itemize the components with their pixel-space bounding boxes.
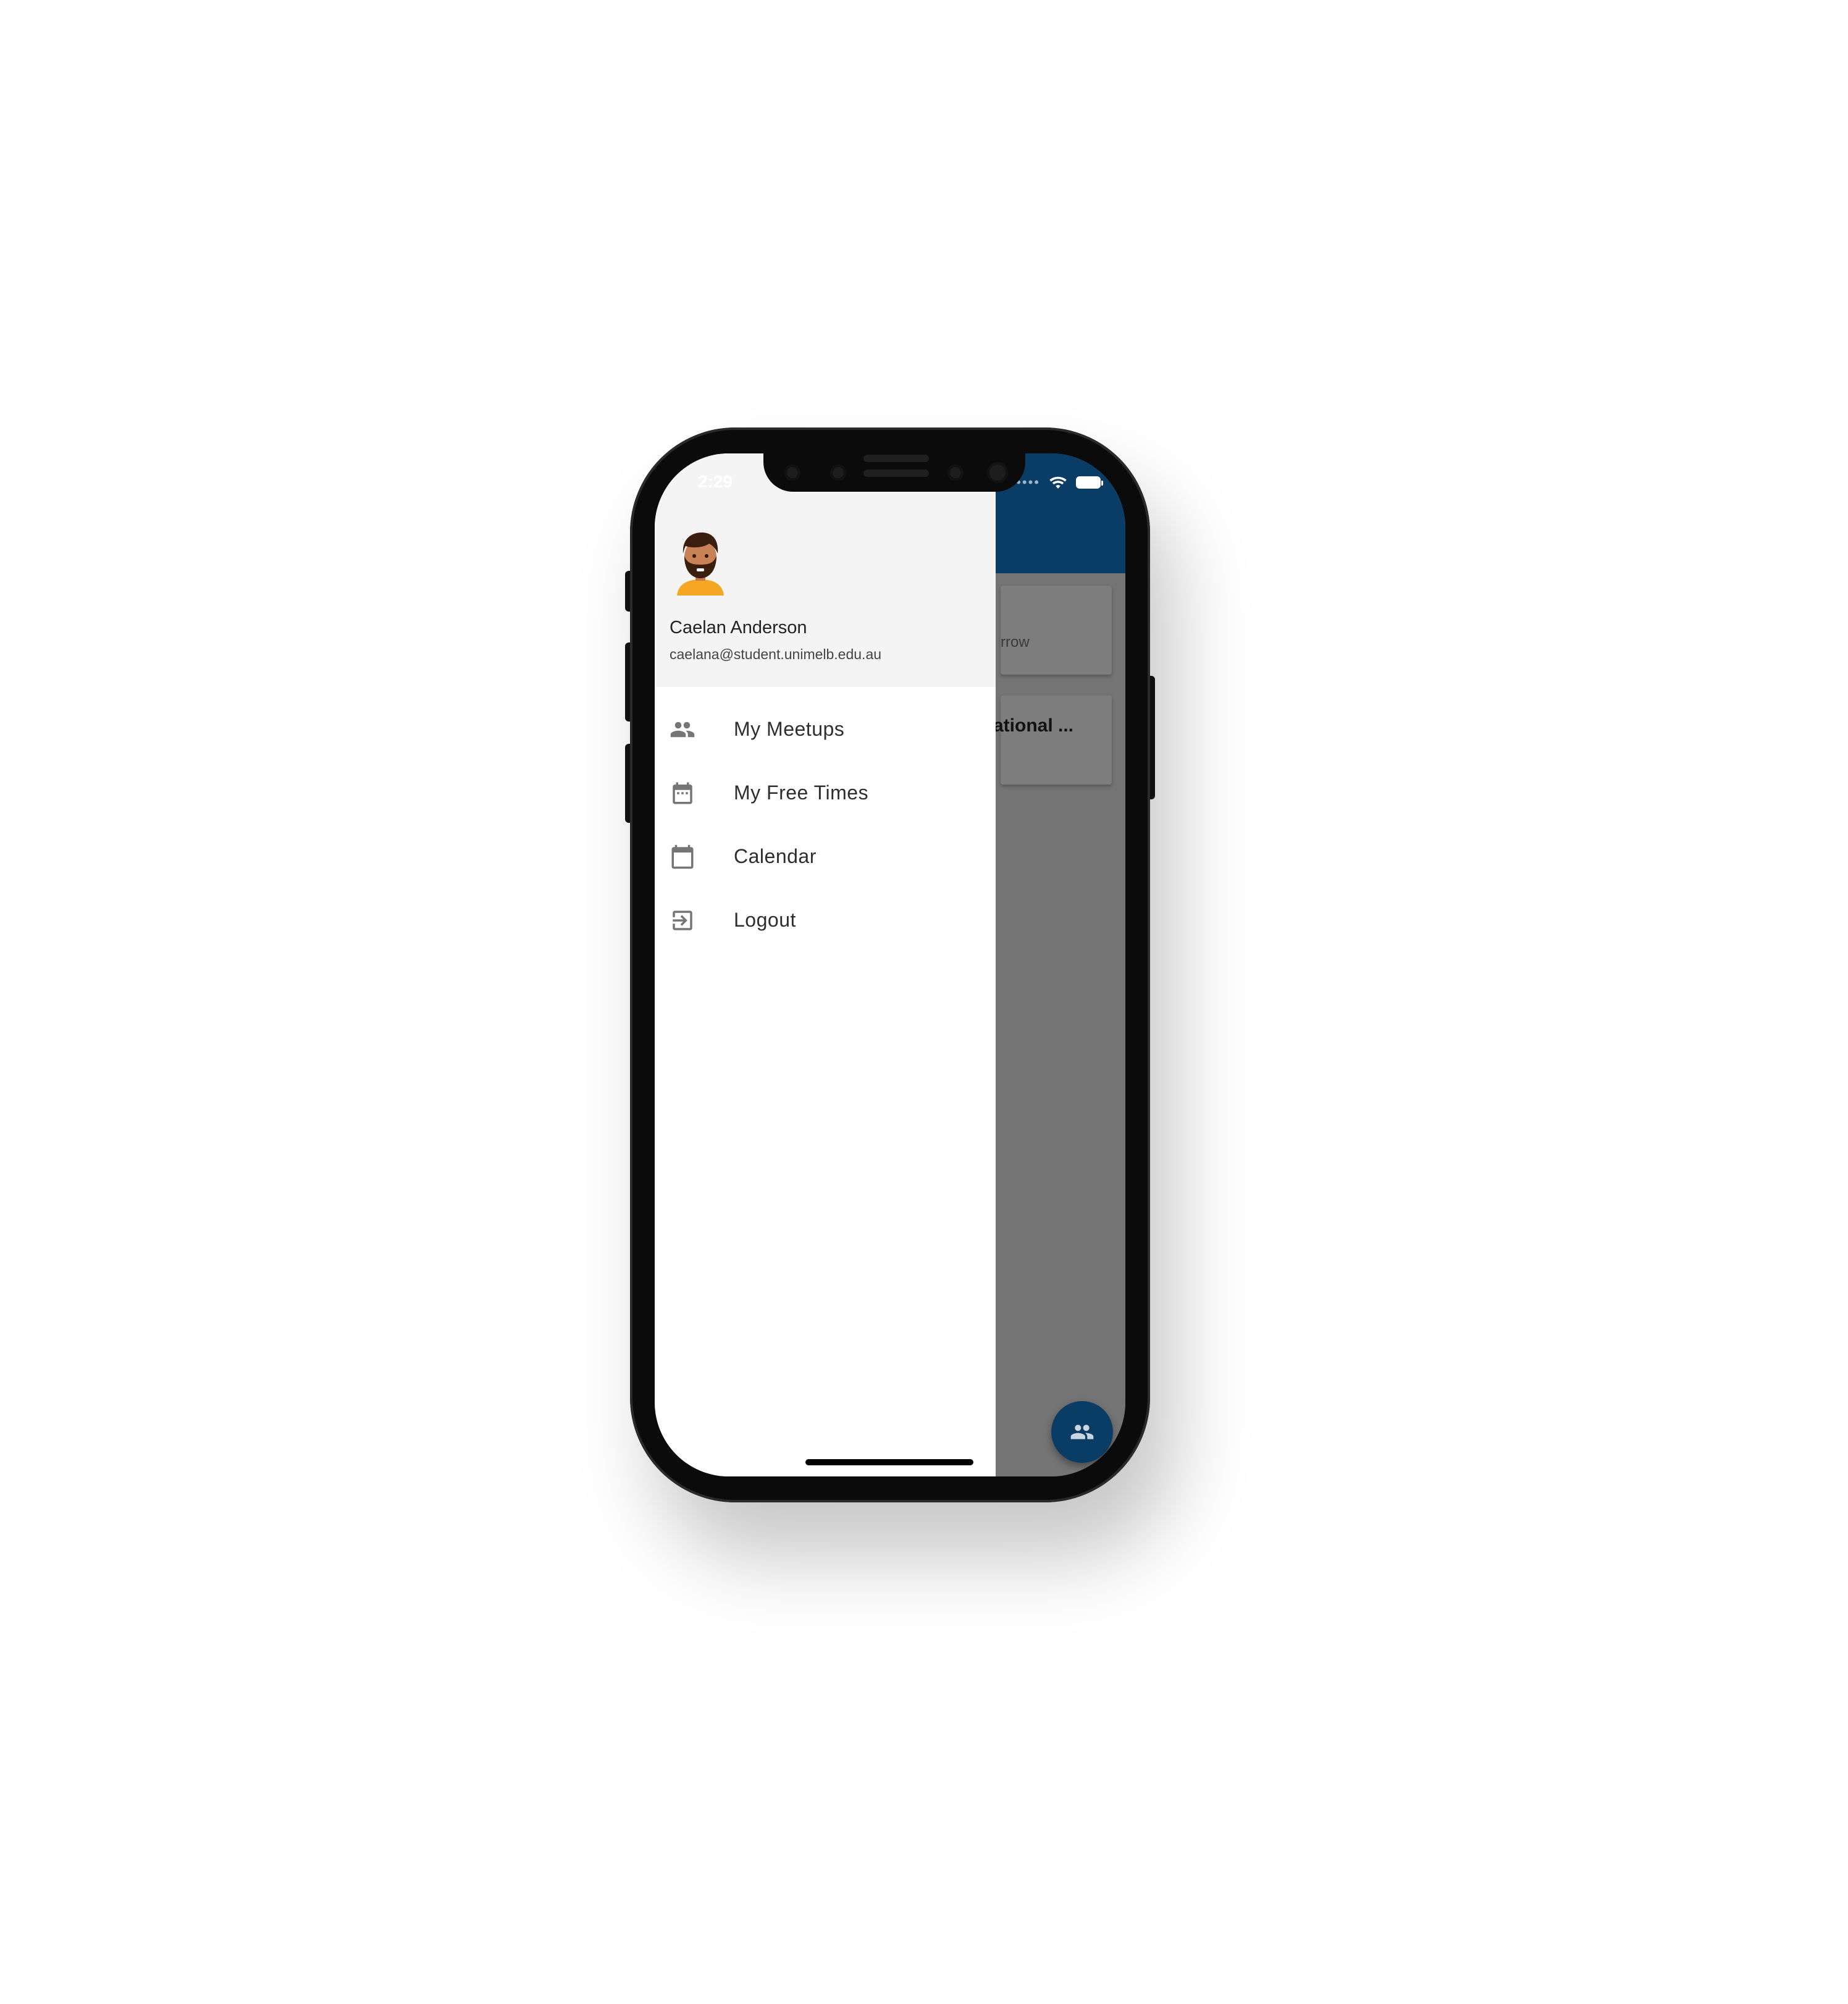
avatar[interactable] <box>673 531 728 596</box>
meetup-card-subtitle: rrow <box>1001 634 1030 650</box>
speaker-grille <box>863 469 929 477</box>
drawer-item-my-meetups[interactable]: My Meetups <box>655 699 996 761</box>
calendar-icon <box>671 844 694 869</box>
user-email: caelana@student.unimelb.edu.au <box>670 646 882 662</box>
people-icon <box>670 722 695 738</box>
navigation-drawer: 2:29 Caelan Anderson caelana@student.uni… <box>655 453 996 1476</box>
drawer-item-label: Calendar <box>734 845 817 867</box>
wifi-icon <box>1049 476 1067 489</box>
logout-icon <box>673 911 692 930</box>
people-icon <box>1070 1425 1094 1439</box>
sensor <box>947 465 964 481</box>
drawer-item-calendar[interactable]: Calendar <box>655 827 996 888</box>
event-calendar-icon <box>673 782 692 804</box>
sensor <box>784 465 800 481</box>
drawer-item-label: Logout <box>734 909 796 931</box>
status-icons: •••• <box>1016 474 1103 490</box>
meetup-card[interactable] <box>1001 586 1112 675</box>
battery-icon <box>1076 476 1103 489</box>
meetup-card-title: ational ... <box>993 715 1074 736</box>
sensor <box>830 465 846 481</box>
screen: •••• rrow ational ... 2:29 Caelan Anders… <box>655 453 1125 1476</box>
home-indicator[interactable] <box>805 1459 973 1465</box>
meetup-card[interactable] <box>1001 696 1112 785</box>
front-camera <box>987 462 1008 483</box>
speaker-grille <box>863 455 929 462</box>
status-time: 2:29 <box>698 472 733 491</box>
drawer-item-logout[interactable]: Logout <box>655 890 996 952</box>
drawer-item-label: My Meetups <box>734 718 845 740</box>
add-meetup-fab[interactable] <box>1051 1401 1113 1463</box>
user-name: Caelan Anderson <box>670 618 807 638</box>
drawer-item-label: My Free Times <box>734 781 869 804</box>
drawer-item-my-free-times[interactable]: My Free Times <box>655 763 996 825</box>
